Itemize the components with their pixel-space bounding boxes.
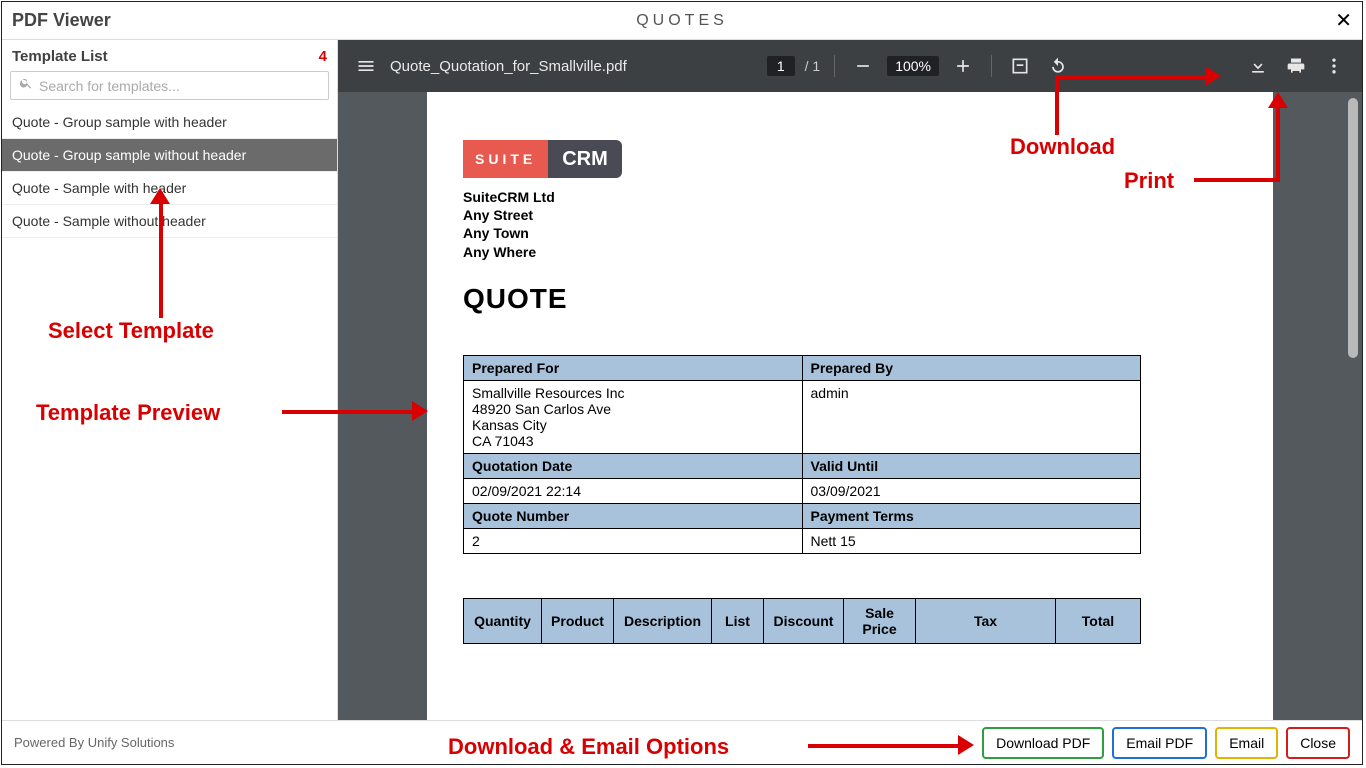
company-logo: SUITE CRM	[463, 140, 622, 178]
template-item[interactable]: Quote - Sample without header	[2, 205, 337, 238]
company-address: SuiteCRM Ltd Any Street Any Town Any Whe…	[463, 188, 1237, 261]
pdf-preview-panel: Quote_Quotation_for_Smallville.pdf 1 / 1…	[338, 40, 1362, 720]
email-button[interactable]: Email	[1215, 727, 1278, 759]
logo-text-right: CRM	[548, 140, 622, 178]
titlebar: PDF Viewer QUOTES ✕	[2, 2, 1362, 40]
module-title: QUOTES	[636, 12, 728, 30]
template-count: 4	[319, 48, 327, 65]
zoom-out-icon[interactable]	[849, 52, 877, 80]
more-icon[interactable]	[1320, 52, 1348, 80]
pdf-toolbar: Quote_Quotation_for_Smallville.pdf 1 / 1…	[338, 40, 1362, 92]
download-icon[interactable]	[1244, 52, 1272, 80]
app-title: PDF Viewer	[12, 10, 111, 31]
menu-icon[interactable]	[352, 52, 380, 80]
search-icon	[19, 76, 33, 95]
page-total: / 1	[805, 58, 821, 74]
page-current-input[interactable]: 1	[767, 56, 795, 76]
footer-credit: Powered By Unify Solutions	[14, 735, 174, 750]
pdf-viewport[interactable]: SUITE CRM SuiteCRM Ltd Any Street Any To…	[338, 92, 1362, 720]
template-sidebar: Template List 4 Quote - Group sample wit…	[2, 40, 338, 720]
close-button[interactable]: Close	[1286, 727, 1350, 759]
template-item[interactable]: Quote - Group sample with header	[2, 106, 337, 139]
footer: Powered By Unify Solutions Download PDF …	[2, 720, 1362, 764]
fit-page-icon[interactable]	[1006, 52, 1034, 80]
template-list-heading: Template List	[12, 48, 108, 65]
window-close-button[interactable]: ✕	[1335, 8, 1352, 33]
email-pdf-button[interactable]: Email PDF	[1112, 727, 1207, 759]
quote-meta-table: Prepared ForPrepared By Smallville Resou…	[463, 355, 1141, 554]
print-icon[interactable]	[1282, 52, 1310, 80]
pdf-filename: Quote_Quotation_for_Smallville.pdf	[390, 58, 627, 75]
template-search[interactable]	[10, 71, 329, 100]
zoom-in-icon[interactable]	[949, 52, 977, 80]
template-item[interactable]: Quote - Group sample without header	[2, 139, 337, 172]
pdf-page: SUITE CRM SuiteCRM Ltd Any Street Any To…	[427, 92, 1273, 720]
search-input[interactable]	[39, 78, 320, 94]
line-items-table: Quantity Product Description List Discou…	[463, 598, 1141, 644]
download-pdf-button[interactable]: Download PDF	[982, 727, 1104, 759]
zoom-level[interactable]: 100%	[887, 56, 939, 76]
logo-text-left: SUITE	[463, 140, 548, 178]
document-heading: QUOTE	[463, 283, 1237, 315]
template-item[interactable]: Quote - Sample with header	[2, 172, 337, 205]
rotate-icon[interactable]	[1044, 52, 1072, 80]
pdf-scrollbar[interactable]	[1346, 98, 1360, 714]
